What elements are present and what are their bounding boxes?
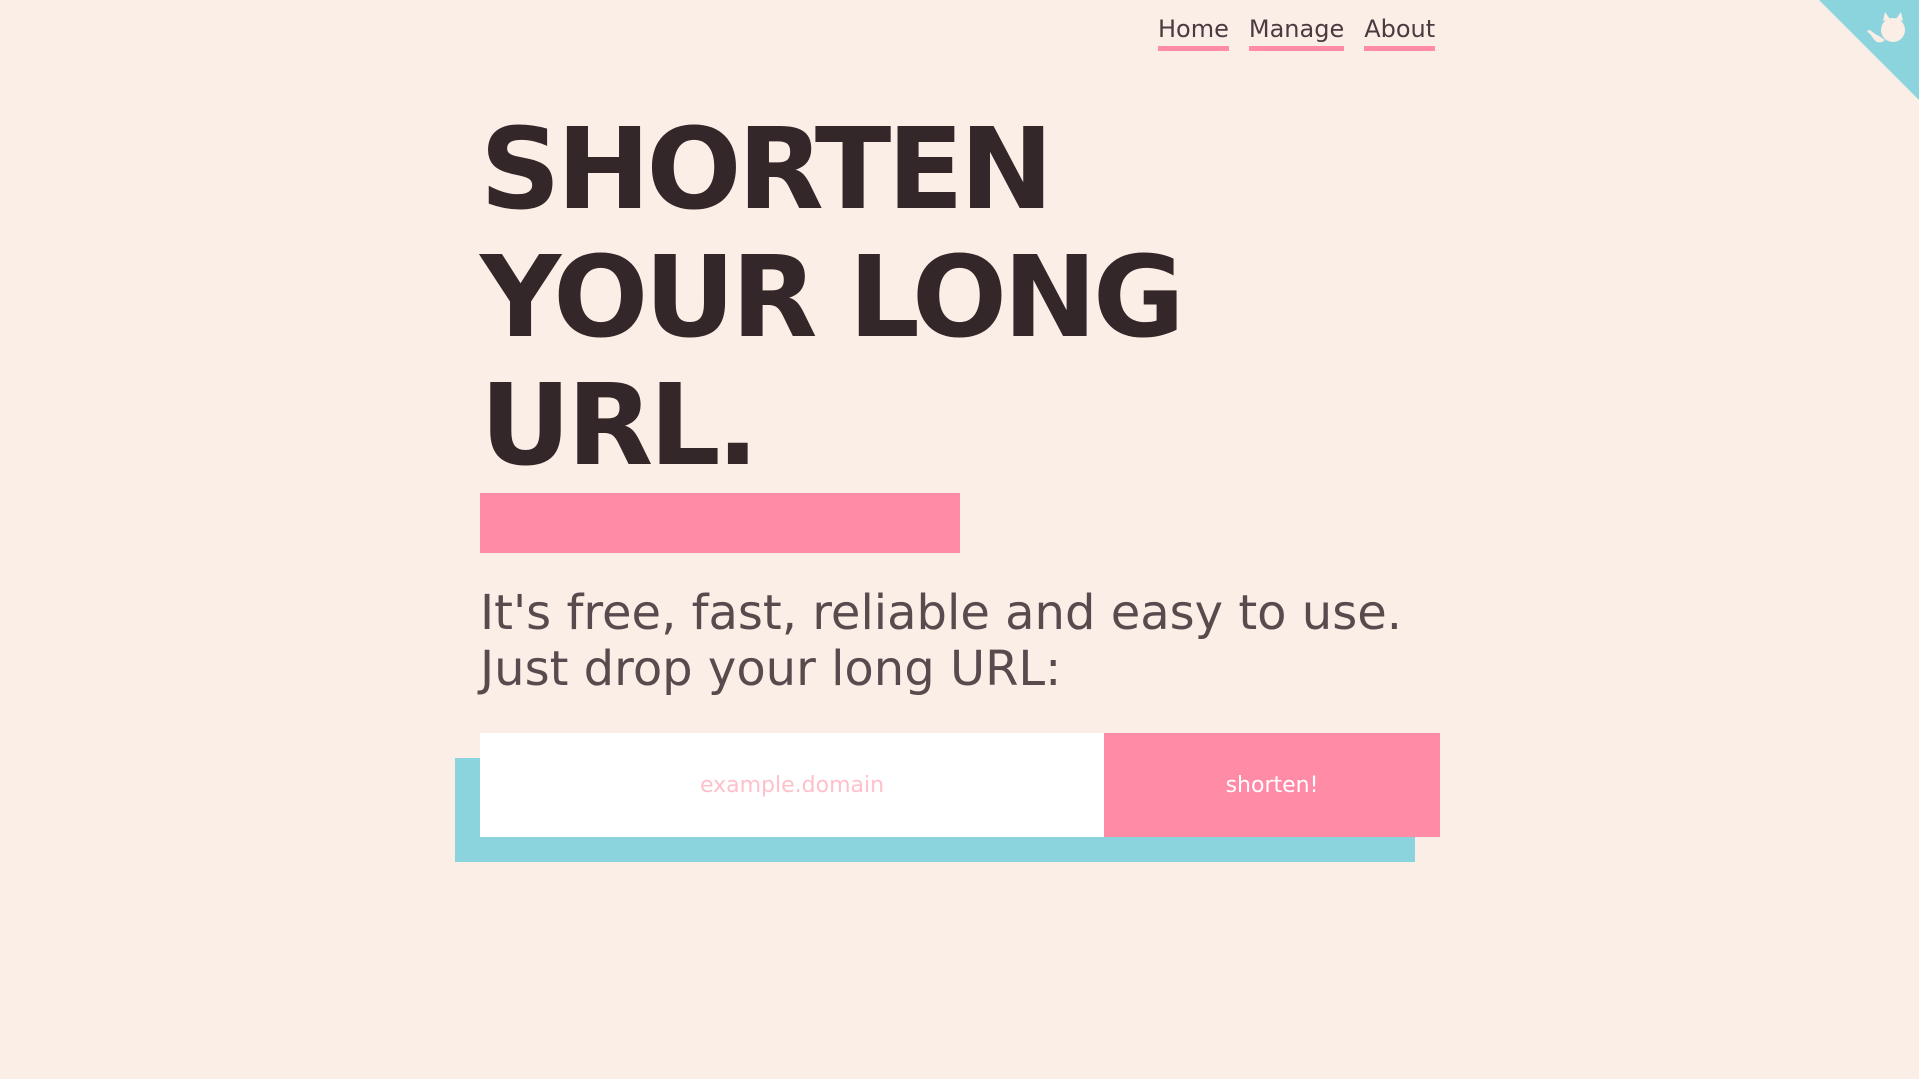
shorten-button[interactable]: shorten!: [1104, 733, 1440, 837]
headline-line-1: SHORTEN: [480, 105, 1053, 235]
hero: SHORTEN YOUR LONG URL.: [480, 106, 1460, 490]
nav-link-home[interactable]: Home: [1158, 14, 1229, 51]
nav-link-about[interactable]: About: [1364, 14, 1436, 51]
headline-line-3: URL.: [480, 361, 759, 491]
subtext-line-2: Just drop your long URL:: [480, 641, 1062, 697]
subtext: It's free, fast, reliable and easy to us…: [480, 585, 1460, 697]
top-nav: Home Manage About: [1158, 14, 1436, 51]
url-input[interactable]: [480, 733, 1104, 837]
github-octocat-icon: [1819, 0, 1919, 100]
nav-link-manage[interactable]: Manage: [1248, 14, 1345, 51]
shorten-form: shorten!: [480, 733, 1440, 837]
headline-line-2: YOUR LONG: [480, 233, 1185, 363]
headline: SHORTEN YOUR LONG URL.: [480, 106, 1460, 490]
github-corner-link[interactable]: [1819, 0, 1919, 100]
page: Home Manage About SHORTEN YOUR LONG URL.…: [0, 0, 1919, 1079]
headline-accent-bar: [480, 493, 960, 553]
subtext-line-1: It's free, fast, reliable and easy to us…: [480, 585, 1402, 641]
